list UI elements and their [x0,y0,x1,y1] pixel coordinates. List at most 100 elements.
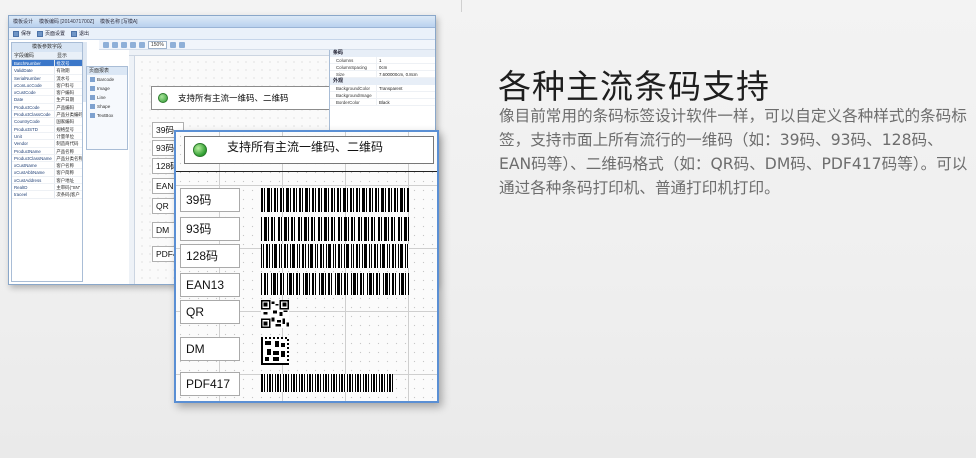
fit-icon[interactable] [169,41,176,48]
label-ean13: EAN13 [180,273,240,297]
redo-icon[interactable] [112,41,118,48]
property-key: BorderColor [336,100,360,105]
headline: 各种主流条码支持 [498,67,770,106]
save-button[interactable]: 保存 [13,30,31,37]
shape-icon [90,104,95,109]
toolbox-item-textbox[interactable]: TextBox [87,111,127,120]
toolbox-item-line[interactable]: Line [87,93,127,102]
property-row[interactable]: BorderColor Black [330,99,435,106]
field-row[interactable]: traceel 次条码(客户 [12,191,82,199]
field-row[interactable]: ProductClassName 产品分类名称 [12,154,82,163]
property-row[interactable]: BackgroundImage [330,92,435,99]
left-ruler [129,56,135,284]
qr-code [261,300,289,328]
exit-button[interactable]: 退出 [71,30,89,37]
property-value[interactable]: Transparent [376,85,435,91]
app-titlebar: 模板设计 模板编码 [2014071700Z] 模板名称 [写模A] [9,16,435,28]
field-row[interactable]: SerialNumber 流水号 [12,74,82,82]
field-row[interactable]: ProductSTD 规格型号 [12,125,82,133]
property-row[interactable]: Size 7.600000cm, 0.8cm [330,71,435,78]
toolbox-item-barcode[interactable]: Barcode [87,75,127,84]
field-row[interactable]: BatchNumber 批次号 [12,60,82,68]
field-code: xConLocCode [14,82,42,88]
field-row[interactable]: xCustAddress 客户地址 [12,176,82,185]
ean13-barcode [261,273,409,295]
zoom-select[interactable]: 150% [148,40,167,49]
field-row[interactable]: ValidDate 有效期 [12,67,82,75]
field-name: 流水号 [54,74,82,81]
field-code: ProductName [14,148,41,154]
paste-icon[interactable] [139,41,145,48]
field-code: xCustAddress [14,177,42,183]
undo-icon[interactable] [103,41,109,48]
field-name: 国家编码 [54,118,82,125]
property-value[interactable]: 7.600000cm, 0.8cm [376,71,435,77]
property-category[interactable]: 外观 [330,78,435,85]
field-row[interactable]: Vendor 制造商代码 [12,140,82,148]
canvas-header-box[interactable]: 支持所有主流一维码、二维码 [151,86,331,110]
field-name: 有效期 [54,67,82,74]
field-row[interactable]: xCustCode 客户编码 [12,89,82,97]
field-row[interactable]: xCustAbbName 客户简称 [12,169,82,177]
label-39: 39码 [180,188,240,212]
toolbox-panel: 页面报表 Barcode Image Line Shape TextBox [86,66,128,150]
textbox-icon [90,113,95,118]
property-value[interactable]: 0cm [376,64,435,70]
label-128: 128码 [180,244,240,268]
field-row[interactable]: xConLocCode 客户料号 [12,81,82,90]
title-item-name: 模板名称 [写模A] [100,19,138,25]
field-row[interactable]: xCustName 客户名称 [12,162,82,170]
field-row[interactable]: CountryCode 国家编码 [12,118,82,126]
top-divider-tick [461,0,462,12]
toolbox-item-image[interactable]: Image [87,84,127,93]
property-value[interactable]: 1 [376,57,435,63]
field-row[interactable]: Unit 计量单位 [12,132,82,141]
field-list-header: 字段编码 显示 [12,52,82,60]
image-icon [90,86,95,91]
cut-icon[interactable] [121,41,127,48]
field-list-title: 模板参数字段 [12,43,82,52]
field-row[interactable]: ProductClassCode 产品分类编码 [12,111,82,119]
field-code: traceel [14,192,28,198]
copy-icon[interactable] [130,41,136,48]
property-row[interactable]: Columns 1 [330,57,435,64]
property-row[interactable]: BackgroundColor Transparent [330,85,435,92]
field-code: Unit [14,133,22,139]
property-row[interactable]: ColumnSpacing 0cm [330,64,435,71]
property-key: ColumnSpacing [336,65,367,70]
property-category[interactable]: 条码 [330,50,435,57]
field-code-header: 字段编码 [14,53,35,59]
field-name: 客户地址 [54,176,82,184]
title-item-code: 模板编码 [2014071700Z] [39,19,95,25]
preview-header-box: 支持所有主流一维码、二维码 [184,136,434,164]
label-93: 93码 [180,217,240,241]
toolbox-title: 页面报表 [87,67,127,75]
field-name: 制造商代码 [54,140,82,147]
label-preview-zoom: 支持所有主流一维码、二维码 39码 93码 128码 EAN13 QR DM P… [174,130,439,403]
status-dot-icon [158,93,168,103]
field-row[interactable]: RealID 主审码("SN" [12,184,82,192]
barcode-icon [90,77,95,82]
open-icon[interactable] [178,41,185,48]
field-name: 规格型号 [54,125,82,132]
property-key: Columns [336,58,354,63]
field-row[interactable]: Date 生产日期 [12,96,82,104]
property-value[interactable]: Black [376,99,435,105]
field-code: ProductSTD [14,126,38,132]
field-row[interactable]: ProductCode 产品编码 [12,103,82,112]
canvas-header-text: 支持所有主流一维码、二维码 [178,93,289,103]
toolbox-label: Line [97,95,106,100]
field-name: 产品分类名称 [54,154,82,162]
field-code: ProductClassName [14,155,52,161]
pdf417-barcode [261,374,393,392]
code93-barcode [261,217,409,241]
toolbox-item-shape[interactable]: Shape [87,102,127,111]
page-setup-button[interactable]: 页面设置 [37,30,65,37]
field-name: 客户料号 [54,81,82,89]
code128-barcode [261,244,409,268]
property-value[interactable] [376,92,435,98]
field-code: CountryCode [14,119,40,125]
field-row[interactable]: ProductName 产品名称 [12,147,82,155]
toolbox-label: TextBox [97,113,114,118]
toolbox-label: Shape [97,104,111,109]
